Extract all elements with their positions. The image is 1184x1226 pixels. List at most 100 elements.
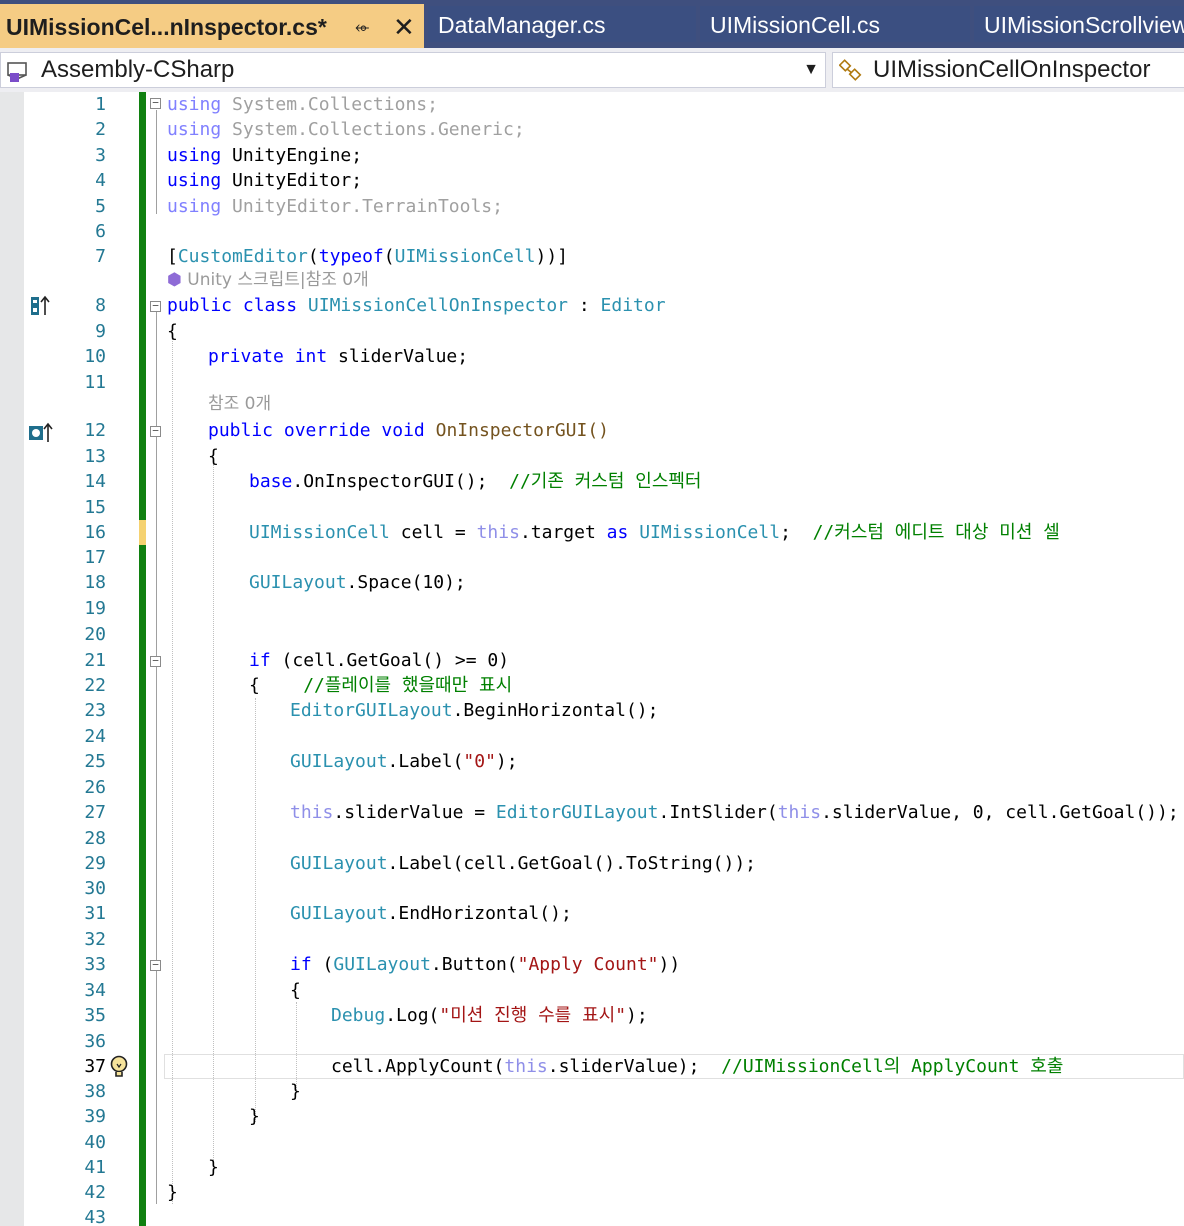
unity-icon: ⬢ [167,270,182,290]
line-number[interactable]: 17 [40,545,106,570]
line-number[interactable]: 10 [40,344,106,369]
line-number[interactable]: 25 [40,749,106,774]
code-line-12: public override void OnInspectorGUI() [208,418,609,443]
token: public [167,295,233,316]
line-number[interactable]: 24 [40,724,106,749]
token: private [208,346,284,367]
token: //기존 커스텀 인스펙터 [509,471,702,492]
codelens-text[interactable]: 참조 0개 [208,394,271,414]
chevron-down-icon[interactable]: ▼ [803,53,819,87]
line-number[interactable]: 33 [40,952,106,977]
tab-uimissioncell[interactable]: UIMissionCell.cs [700,6,970,42]
line-number[interactable]: 31 [40,901,106,926]
token: ; [351,170,363,192]
line-number[interactable]: 29 [40,851,106,876]
line-number[interactable]: 15 [40,495,106,520]
code-line-33: if (GUILayout.Button("Apply Count")) [290,952,680,977]
line-number[interactable]: 16 [40,520,106,545]
line-number[interactable]: 21 [40,648,106,673]
tab-uimissioncell-oninspector[interactable]: UIMissionCel...nInspector.cs* ⬰ ✕ [0,4,424,48]
token: ( [307,246,319,268]
pin-icon[interactable]: ⬰ [355,4,369,48]
codelens-class[interactable]: ⬢ Unity 스크립트|참조 0개 [167,268,369,293]
fold-toggle[interactable]: − [150,97,161,109]
code-line-27: this.sliderValue = EditorGUILayout.IntSl… [290,800,1179,825]
token: class [242,295,298,316]
line-number[interactable]: 19 [40,596,106,621]
codelens-text[interactable]: Unity 스크립트|참조 0개 [187,270,369,290]
line-number[interactable]: 14 [40,469,106,494]
line-number[interactable]: 8 [40,293,106,318]
line-number[interactable]: 42 [40,1180,106,1205]
line-number[interactable]: 11 [40,370,106,395]
tab-uimissionscrollview[interactable]: UIMissionScrollview [974,6,1184,42]
line-number[interactable]: 32 [40,927,106,952]
code-line-3: using UnityEngine; [167,143,362,168]
line-number[interactable]: 43 [40,1205,106,1226]
code-line-7: [CustomEditor(typeof(UIMissionCell))] [167,244,568,269]
line-number[interactable]: 23 [40,698,106,723]
tab-datamanager[interactable]: DataManager.cs [428,6,696,42]
line-number[interactable]: 28 [40,826,106,851]
tab-label: UIMissionScrollview [984,12,1184,38]
line-number[interactable]: 27 [40,800,106,825]
token: UIMissionCellOnInspector [307,295,568,316]
line-number[interactable]: 4 [40,168,106,193]
line-number[interactable]: 39 [40,1104,106,1129]
code-line-9: { [167,319,178,344]
line-number[interactable]: 30 [40,876,106,901]
code-line-2: using System.Collections.Generic; [167,117,525,142]
line-number[interactable]: 1 [40,92,106,117]
line-number[interactable]: 9 [40,319,106,344]
line-number[interactable]: 5 [40,194,106,219]
token: using [167,119,222,141]
line-number[interactable]: 22 [40,673,106,698]
lightbulb-icon[interactable] [108,1054,130,1080]
fold-toggle[interactable]: − [150,425,161,437]
token: .BeginHorizontal(); [452,700,659,721]
line-number[interactable]: 38 [40,1079,106,1104]
code-line-35: Debug.Log("미션 진행 수를 표시"); [331,1003,648,1028]
project-dropdown[interactable]: Assembly-CSharp ▼ [0,52,826,88]
token: System [232,94,298,115]
line-number[interactable]: 34 [40,978,106,1003]
token: ; [513,119,525,141]
line-number[interactable]: 2 [40,117,106,142]
token: UIMissionCell [394,246,536,268]
line-number[interactable]: 35 [40,1003,106,1028]
line-number[interactable]: 13 [40,444,106,469]
line-number[interactable]: 36 [40,1029,106,1054]
line-number[interactable]: 20 [40,622,106,647]
line-number[interactable]: 41 [40,1155,106,1180]
line-number[interactable]: 40 [40,1130,106,1155]
fold-toggle[interactable]: − [150,655,161,667]
token: : [568,295,601,316]
token: ); [495,751,518,772]
line-number[interactable]: 6 [40,219,106,244]
line-number[interactable]: 37 [40,1054,106,1079]
fold-toggle[interactable]: − [150,300,161,312]
line-number[interactable]: 18 [40,570,106,595]
line-number[interactable]: 3 [40,143,106,168]
fold-region-line [156,110,157,214]
token: "Apply Count" [517,954,659,975]
codelens-method[interactable]: 참조 0개 [208,392,271,417]
token: .Label( [387,751,464,772]
csharp-project-icon [7,62,27,82]
fold-region-line [156,971,157,1096]
member-dropdown[interactable]: UIMissionCellOnInspector [832,52,1184,88]
token: } [208,1157,219,1178]
token: TerrainTools [362,195,493,217]
token: //커스텀 에디트 대상 미션 셀 [812,522,1060,543]
fold-toggle[interactable]: − [150,959,161,971]
line-number[interactable]: 7 [40,244,106,269]
member-name: UIMissionCellOnInspector [873,56,1151,83]
line-number[interactable]: 12 [40,418,106,443]
close-icon[interactable]: ✕ [393,4,415,48]
token: this [777,802,822,823]
code-editor[interactable]: 1 2 3 4 5 6 7 8 9 10 11 12 13 14 15 16 17 18 19 20 21 22 23 24 2… [0,92,1184,1226]
line-number[interactable]: 26 [40,775,106,800]
